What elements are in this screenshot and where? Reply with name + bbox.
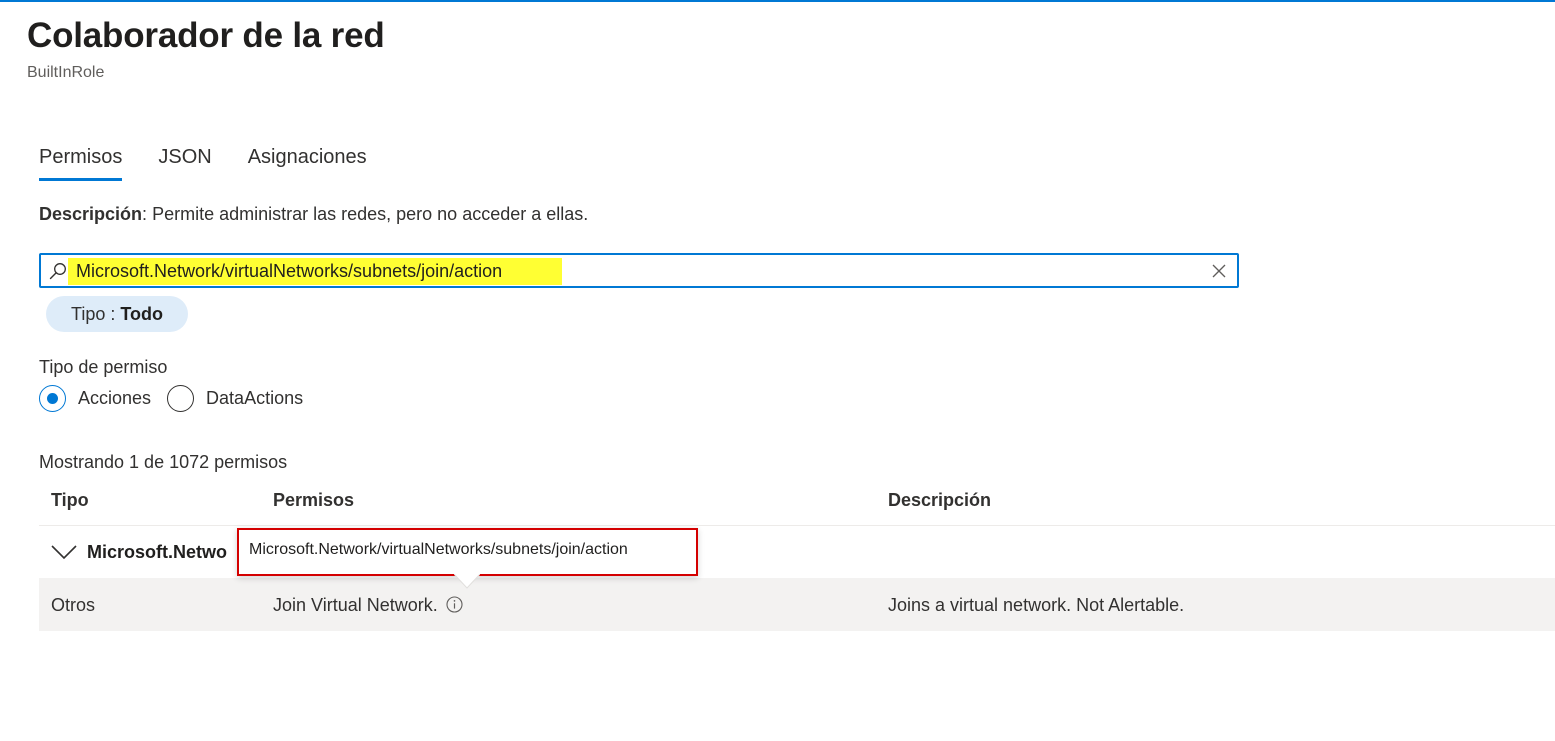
tab-bar: Permisos JSON Asignaciones bbox=[39, 143, 403, 183]
search-input[interactable] bbox=[68, 258, 562, 285]
tab-permisos[interactable]: Permisos bbox=[39, 143, 123, 181]
cell-tipo: Otros bbox=[51, 595, 96, 615]
group-label: Microsoft.Netwo bbox=[87, 542, 228, 562]
radio-acciones-circle[interactable] bbox=[39, 385, 66, 412]
description-text: Permite administrar las redes, pero no a… bbox=[147, 204, 589, 224]
tooltip-text: Microsoft.Network/virtualNetworks/subnet… bbox=[249, 541, 628, 558]
close-icon[interactable] bbox=[1211, 263, 1227, 279]
cell-permisos: Join Virtual Network. bbox=[273, 595, 463, 616]
radio-dataactions-circle[interactable] bbox=[167, 385, 195, 412]
column-header-permisos[interactable]: Permisos bbox=[273, 490, 354, 511]
search-icon bbox=[49, 263, 66, 280]
column-header-descripcion[interactable]: Descripción bbox=[888, 490, 991, 511]
permission-type-label: Tipo de permiso bbox=[39, 357, 168, 377]
permission-type-radio-group: Acciones DataActions bbox=[39, 385, 319, 412]
chevron-down-icon[interactable] bbox=[51, 544, 77, 560]
filter-label: Tipo : bbox=[71, 304, 121, 324]
column-header-tipo[interactable]: Tipo bbox=[51, 490, 89, 511]
cell-descripcion: Joins a virtual network. Not Alertable. bbox=[888, 595, 1185, 615]
permission-tooltip: Microsoft.Network/virtualNetworks/subnet… bbox=[237, 528, 698, 576]
role-description: Descripción: Permite administrar las red… bbox=[39, 204, 588, 225]
radio-dataactions[interactable]: DataActions bbox=[167, 385, 303, 412]
tab-asignaciones[interactable]: Asignaciones bbox=[248, 143, 367, 181]
table-row[interactable]: Otros Join Virtual Network. Joins a virt… bbox=[39, 578, 1555, 631]
top-accent-bar bbox=[0, 0, 1555, 2]
tab-json[interactable]: JSON bbox=[158, 143, 211, 181]
description-label: Descripción bbox=[39, 204, 143, 224]
info-icon[interactable] bbox=[446, 596, 463, 613]
type-filter-pill[interactable]: Tipo : Todo bbox=[46, 296, 189, 332]
cell-permisos-text: Join Virtual Network. bbox=[273, 595, 438, 615]
filter-value: Todo bbox=[120, 304, 164, 324]
radio-acciones-label: Acciones bbox=[78, 388, 152, 408]
tooltip-beak bbox=[454, 574, 480, 589]
page-subtitle: BuiltInRole bbox=[27, 64, 105, 81]
radio-dataactions-label: DataActions bbox=[206, 388, 304, 408]
table-header: Tipo Permisos Descripción bbox=[39, 478, 1555, 526]
permission-search-box bbox=[39, 253, 1239, 288]
page-title: Colaborador de la red bbox=[27, 16, 385, 55]
radio-acciones[interactable]: Acciones bbox=[39, 385, 151, 412]
results-count: Mostrando 1 de 1072 permisos bbox=[39, 452, 288, 472]
